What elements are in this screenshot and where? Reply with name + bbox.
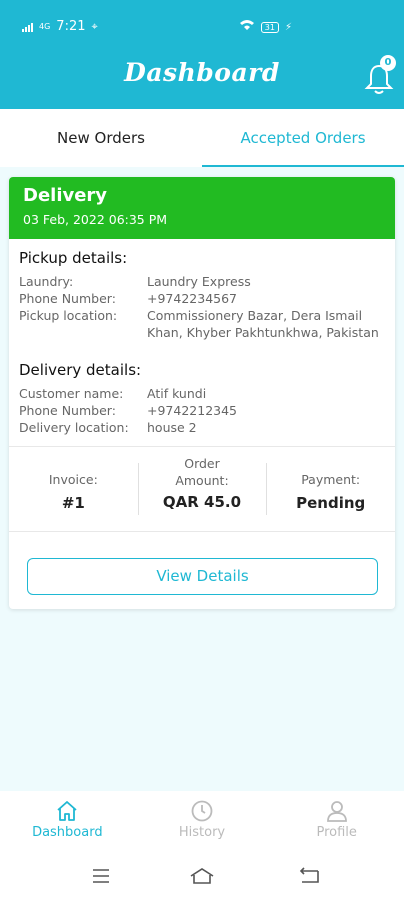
app-header: 4G 7:21 ⌖ 31 ⚡ Dashboard 0: [0, 0, 404, 109]
detail-value: house 2: [147, 420, 197, 435]
order-type: Delivery: [23, 185, 108, 206]
invoice-label: Invoice:: [48, 472, 98, 487]
menu-icon[interactable]: [91, 867, 111, 885]
invoice-stat: Invoice: #1: [9, 463, 138, 515]
nav-label: Dashboard: [32, 825, 103, 840]
wifi-icon: [239, 19, 255, 35]
detail-value: Laundry Express: [147, 274, 251, 289]
charging-icon: ⚡: [284, 21, 292, 33]
delivery-heading: Delivery details:: [19, 361, 142, 379]
notification-badge: 0: [380, 55, 396, 71]
location-icon: ⌖: [91, 19, 98, 33]
battery-level: 31: [264, 22, 275, 32]
detail-label: Laundry:: [19, 274, 74, 289]
battery-icon: 31: [260, 21, 279, 33]
pickup-heading: Pickup details:: [19, 249, 128, 267]
nav-dashboard[interactable]: Dashboard: [0, 791, 135, 853]
payment-label: Payment:: [301, 472, 361, 487]
detail-label: Pickup location:: [19, 308, 118, 323]
detail-value: Atif kundi: [147, 386, 207, 401]
amount-label: Order Amount:: [175, 456, 229, 488]
status-bar: 4G 7:21 ⌖ 31 ⚡: [0, 0, 404, 56]
delivery-details: Delivery details: Customer name: Atif ku…: [9, 361, 395, 436]
tab-new-orders[interactable]: New Orders: [0, 109, 202, 167]
detail-row: Phone Number: +9742234567: [19, 290, 385, 307]
signal-icon: [22, 22, 33, 32]
view-details-button[interactable]: View Details: [27, 558, 378, 595]
home-key-icon[interactable]: [189, 867, 215, 885]
detail-label: Customer name:: [19, 386, 124, 401]
pickup-details: Pickup details: Laundry: Laundry Express…: [9, 249, 395, 341]
detail-value: Commissionery Bazar, Dera Ismail Khan, K…: [147, 308, 379, 340]
bottom-nav: Dashboard History Profile: [0, 791, 404, 853]
order-tabs: New Orders Accepted Orders: [0, 109, 404, 167]
amount-stat: Order Amount: QAR 45.0: [137, 456, 267, 515]
order-card-header: Delivery 03 Feb, 2022 06:35 PM: [9, 177, 395, 239]
nav-history[interactable]: History: [135, 791, 270, 853]
detail-label: Phone Number:: [19, 403, 116, 418]
user-icon: [326, 801, 347, 822]
amount-value: QAR 45.0: [162, 493, 242, 511]
home-icon: [57, 801, 77, 821]
detail-row: Phone Number: +9742212345: [19, 402, 385, 419]
order-card: Delivery 03 Feb, 2022 06:35 PM Pickup de…: [9, 177, 395, 609]
clock-icon: [191, 800, 213, 822]
detail-row: Customer name: Atif kundi: [19, 385, 385, 402]
status-time: 7:21: [56, 19, 86, 34]
invoice-value: #1: [61, 494, 85, 512]
detail-label: Phone Number:: [19, 291, 116, 306]
divider: [9, 531, 395, 532]
order-datetime: 03 Feb, 2022 06:35 PM: [23, 212, 168, 227]
nav-profile[interactable]: Profile: [269, 791, 404, 853]
detail-row: Delivery location: house 2: [19, 419, 385, 436]
detail-row: Laundry: Laundry Express: [19, 273, 385, 290]
tab-accepted-orders[interactable]: Accepted Orders: [202, 109, 404, 167]
order-stats: Invoice: #1 Order Amount: QAR 45.0 Payme…: [9, 447, 395, 531]
payment-stat: Payment: Pending: [266, 463, 395, 515]
back-icon[interactable]: [298, 867, 320, 885]
network-label: 4G: [39, 22, 51, 31]
detail-value: +9742212345: [147, 403, 238, 418]
detail-row: Pickup location: Commissionery Bazar, De…: [19, 307, 385, 341]
nav-label: Profile: [316, 825, 357, 840]
payment-value: Pending: [296, 494, 366, 512]
nav-label: History: [178, 825, 226, 840]
page-title: Dashboard: [124, 58, 280, 87]
system-nav-bar: [0, 853, 404, 900]
detail-label: Delivery location:: [19, 420, 129, 435]
detail-value: +9742234567: [147, 291, 238, 306]
